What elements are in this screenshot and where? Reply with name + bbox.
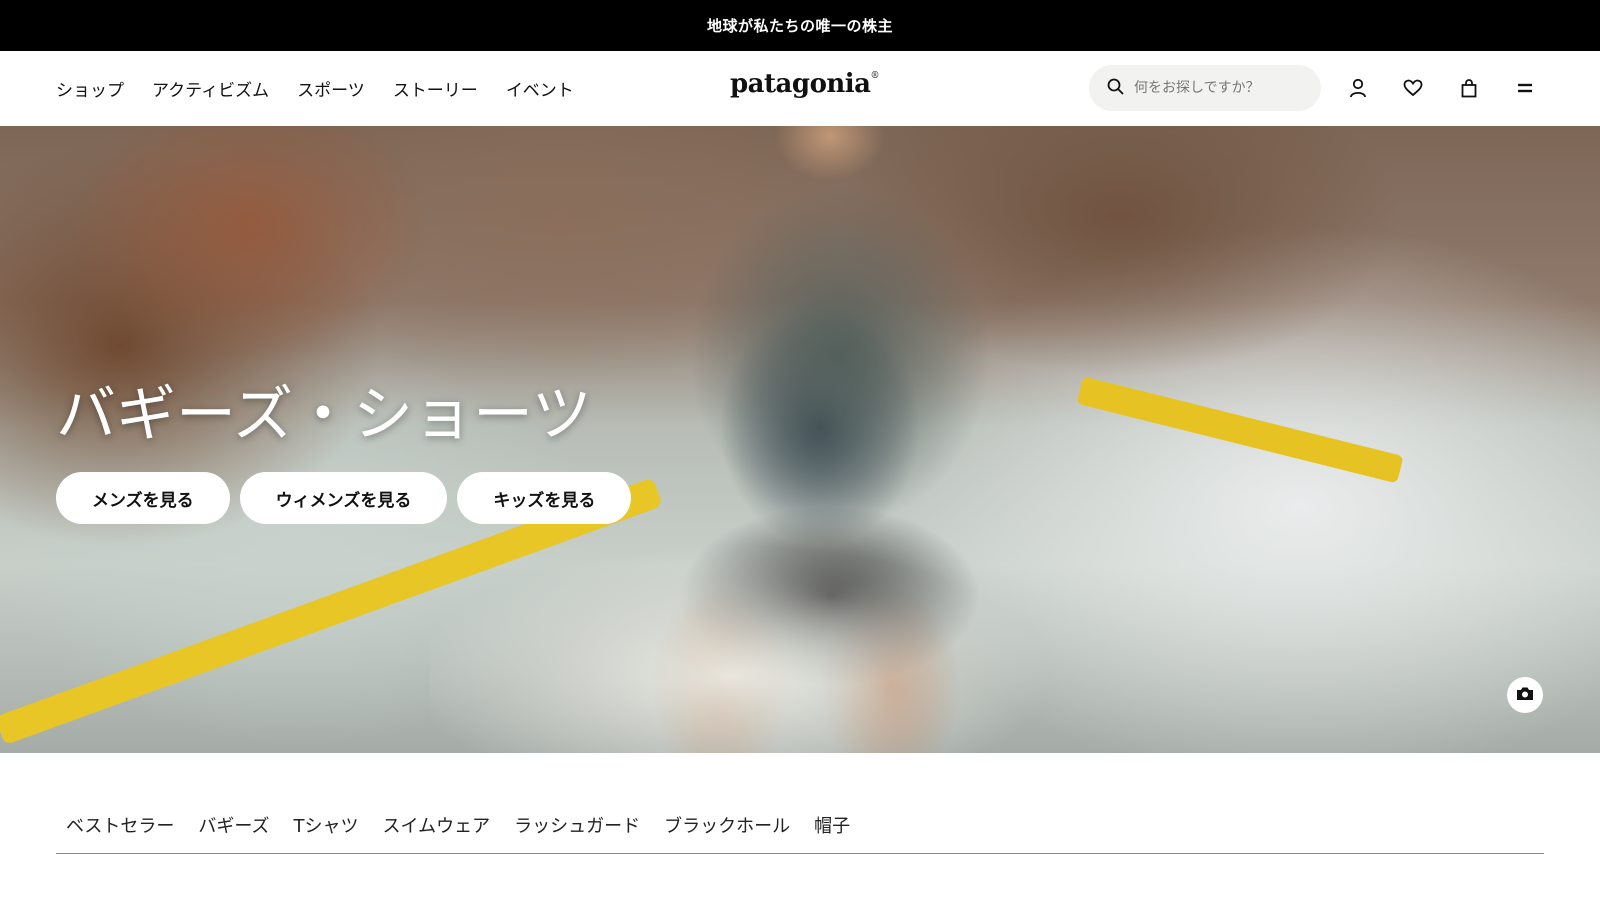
heart-icon[interactable] xyxy=(1402,77,1424,99)
logo-text: patagonia xyxy=(730,69,871,99)
category-rashguards[interactable]: ラッシュガード xyxy=(514,800,640,838)
announcement-bar: 地球が私たちの唯一の株主 xyxy=(0,0,1600,51)
patagonia-logo[interactable]: patagonia® xyxy=(730,69,880,99)
camera-icon xyxy=(1516,686,1534,705)
search-box[interactable] xyxy=(1089,65,1321,111)
category-tabs: ベストセラー バギーズ Tシャツ スイムウェア ラッシュガード ブラックホール … xyxy=(56,800,1544,854)
nav-item-sports[interactable]: スポーツ xyxy=(297,76,365,101)
category-black-hole[interactable]: ブラックホール xyxy=(664,800,790,838)
menu-icon[interactable] xyxy=(1514,77,1536,99)
nav-item-stories[interactable]: ストーリー xyxy=(393,76,478,101)
shop-mens-button[interactable]: メンズを見る xyxy=(56,472,230,524)
category-swimwear[interactable]: スイムウェア xyxy=(382,800,490,838)
right-oar xyxy=(1076,376,1404,484)
photo-credit-button[interactable] xyxy=(1507,677,1543,713)
search-input[interactable] xyxy=(1134,80,1314,96)
nav-item-events[interactable]: イベント xyxy=(506,76,574,101)
shop-kids-button[interactable]: キッズを見る xyxy=(457,472,632,524)
hero-banner: バギーズ・ショーツ メンズを見る ウィメンズを見る キッズを見る xyxy=(0,126,1600,753)
category-hats[interactable]: 帽子 xyxy=(814,800,850,838)
search-icon xyxy=(1107,78,1124,99)
category-tshirts[interactable]: Tシャツ xyxy=(293,800,358,838)
announcement-text[interactable]: 地球が私たちの唯一の株主 xyxy=(707,15,893,36)
bag-icon[interactable] xyxy=(1458,77,1480,99)
hero-title: バギーズ・ショーツ xyxy=(56,380,592,450)
logo-registered-mark: ® xyxy=(870,71,880,81)
category-baggies[interactable]: バギーズ xyxy=(198,800,269,838)
site-header: ショップ アクティビズム スポーツ ストーリー イベント patagonia® xyxy=(0,51,1600,126)
nav-item-shop[interactable]: ショップ xyxy=(56,76,124,101)
main-nav: ショップ アクティビズム スポーツ ストーリー イベント xyxy=(56,51,574,126)
account-icon[interactable] xyxy=(1347,77,1369,99)
nav-item-activism[interactable]: アクティビズム xyxy=(152,76,269,101)
hero-cta-group: メンズを見る ウィメンズを見る キッズを見る xyxy=(56,472,632,524)
category-bestsellers[interactable]: ベストセラー xyxy=(66,800,174,838)
shop-womens-button[interactable]: ウィメンズを見る xyxy=(239,472,448,524)
